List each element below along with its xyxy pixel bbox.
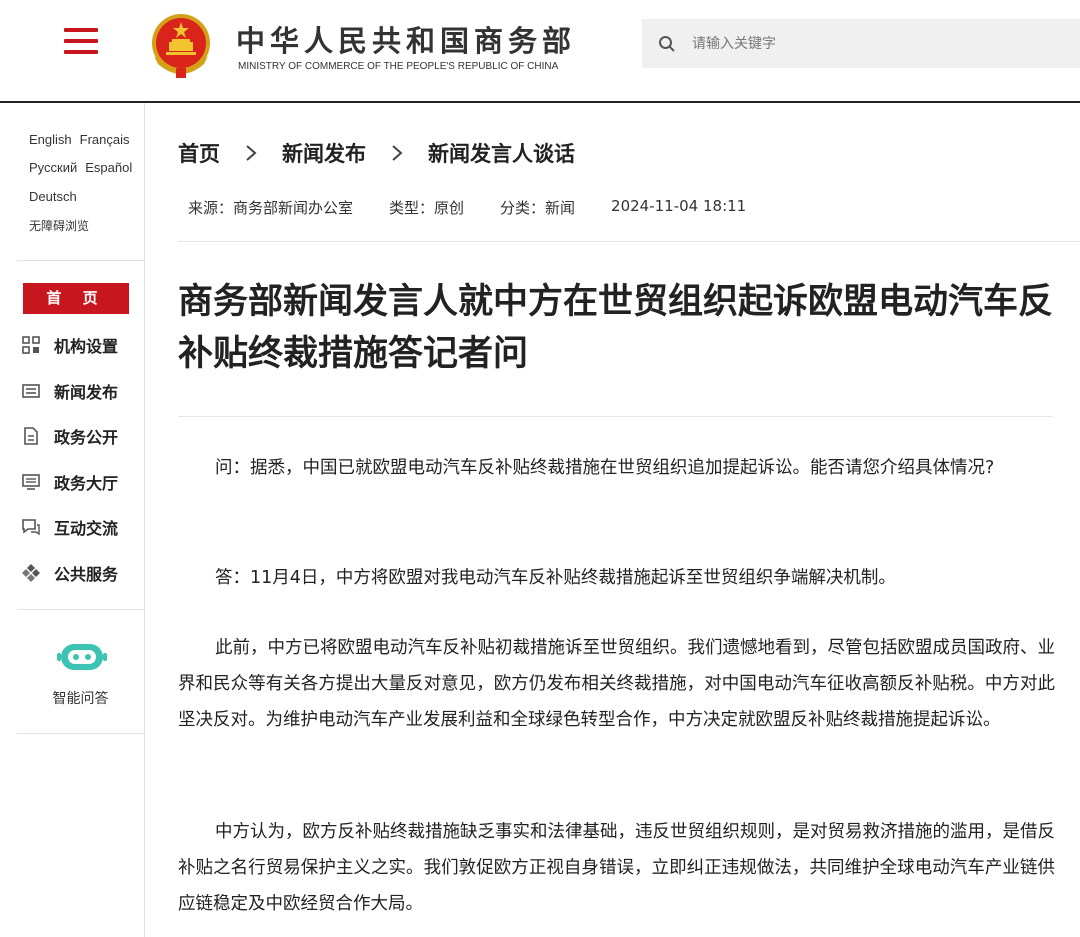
sidebar-item-label: 互动交流	[54, 519, 119, 538]
language-row-3: Deutsch	[29, 189, 85, 204]
article-paragraph: 问：据悉，中国已就欧盟电动汽车反补贴终裁措施在世贸组织追加提起诉讼。能否请您介绍…	[215, 458, 995, 478]
lang-spanish[interactable]: Español	[85, 160, 132, 175]
article-title: 商务部新闻发言人就中方在世贸组织起诉欧盟电动汽车反补贴终裁措施答记者问	[178, 282, 1054, 374]
sidebar-divider	[17, 733, 144, 734]
article-paragraph: 中方认为，欧方反补贴终裁措施缺乏事实和法律基础，违反世贸组织规则，是对贸易救济措…	[178, 822, 1055, 914]
sidebar-item-news[interactable]: 新闻发布	[21, 378, 118, 404]
meta-divider	[178, 241, 1080, 242]
sidebar-item-organization[interactable]: 机构设置	[21, 332, 118, 358]
meta-source: 来源：商务部新闻办公室	[188, 199, 354, 217]
chevron-right-icon	[392, 145, 403, 161]
search-box[interactable]	[642, 19, 1080, 68]
sidebar-item-public-service[interactable]: 公共服务	[21, 560, 118, 586]
sidebar-divider	[17, 609, 144, 610]
sidebar-item-label: 政务公开	[54, 428, 119, 447]
breadcrumb-home[interactable]: 首页	[178, 138, 220, 168]
lang-english[interactable]: English	[29, 132, 72, 147]
sidebar-item-government-affairs[interactable]: 政务公开	[21, 423, 118, 449]
org-grid-icon	[22, 336, 40, 354]
sidebar-item-label: 机构设置	[54, 337, 119, 356]
sidebar-item-label: 公共服务	[54, 565, 119, 584]
title-divider	[178, 416, 1053, 417]
national-emblem-icon[interactable]	[148, 12, 214, 80]
home-button[interactable]: 首 页	[23, 283, 129, 314]
accessibility-link[interactable]: 无障碍浏览	[29, 219, 89, 233]
lang-french[interactable]: Français	[80, 132, 130, 147]
newspaper-icon	[22, 384, 40, 398]
search-input[interactable]	[692, 19, 1062, 68]
robot-assistant-icon[interactable]	[57, 638, 107, 674]
meta-datetime: 2024-11-04 18:11	[611, 197, 747, 215]
lang-russian[interactable]: Русский	[29, 160, 77, 175]
article-paragraph: 此前，中方已将欧盟电动汽车反补贴初裁措施诉至世贸组织。我们遗憾地看到，尽管包括欧…	[178, 638, 1055, 730]
accessibility-row: 无障碍浏览	[29, 217, 97, 234]
hamburger-menu-icon[interactable]	[64, 28, 98, 58]
site-title[interactable]: 中华人民共和国商务部	[236, 18, 576, 60]
breadcrumb-spokesperson[interactable]: 新闻发言人谈话	[428, 138, 575, 168]
sidebar-item-label: 新闻发布	[54, 383, 119, 402]
meta-category: 分类：新闻	[500, 199, 576, 217]
sidebar-item-label: 政务大厅	[54, 474, 119, 493]
article-meta: 来源：商务部新闻办公室 类型：原创 分类：新闻 2024-11-04 18:11	[188, 197, 782, 218]
sidebar-item-interaction[interactable]: 互动交流	[21, 514, 118, 540]
language-row-2: Русский Español	[29, 160, 140, 175]
sidebar-item-service-hall[interactable]: 政务大厅	[21, 469, 118, 495]
lang-german[interactable]: Deutsch	[29, 189, 77, 204]
sidebar-divider	[17, 260, 144, 261]
breadcrumb: 首页 新闻发布 新闻发言人谈话	[178, 138, 575, 168]
breadcrumb-news[interactable]: 新闻发布	[282, 138, 366, 168]
search-icon[interactable]	[658, 35, 676, 53]
meta-type: 类型：原创	[389, 199, 465, 217]
language-row-1: English Français	[29, 132, 138, 147]
assistant-label[interactable]: 智能问答	[17, 688, 144, 708]
site-subtitle: MINISTRY OF COMMERCE OF THE PEOPLE'S REP…	[238, 61, 559, 72]
monitor-icon	[22, 474, 40, 490]
chevron-right-icon	[246, 145, 257, 161]
site-header: 中华人民共和国商务部 MINISTRY OF COMMERCE OF THE P…	[0, 0, 1080, 103]
chat-icon	[22, 519, 40, 536]
article-paragraph: 答：11月4日，中方将欧盟对我电动汽车反补贴终裁措施起诉至世贸组织争端解决机制。	[215, 568, 896, 588]
service-diamond-icon	[22, 564, 40, 582]
sidebar: English Français Русский Español Deutsch 无…	[17, 103, 145, 937]
document-icon	[24, 427, 38, 445]
